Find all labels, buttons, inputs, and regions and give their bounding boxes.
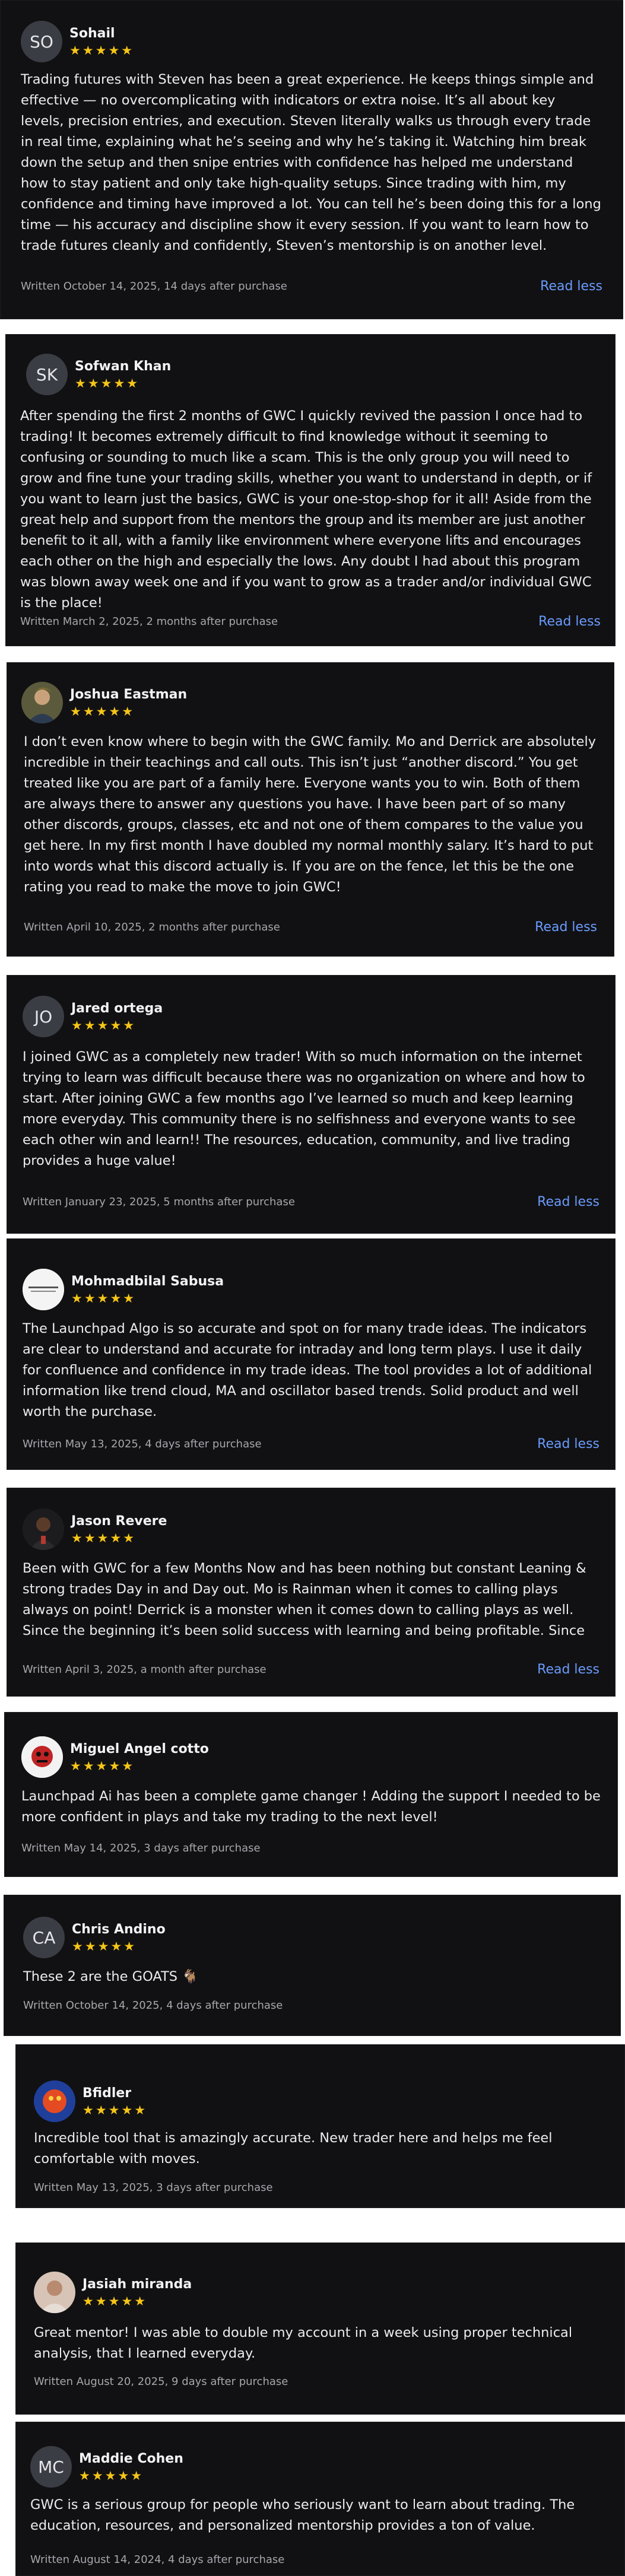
review-text: GWC is a serious group for people who se… xyxy=(30,2497,575,2533)
review-text: Launchpad Ai has been a complete game ch… xyxy=(21,1789,601,1825)
written-date: Written August 14, 2024, 4 days after pu… xyxy=(30,2553,285,2566)
reviewer-name: Chris Andino xyxy=(72,1922,166,1937)
review-text: Incredible tool that is amazingly accura… xyxy=(34,2130,553,2167)
review-card: SK Sofwan Khan ★★★★★ After spending the … xyxy=(5,334,616,646)
avatar xyxy=(34,2272,75,2313)
written-date: Written October 14, 2025, 14 days after … xyxy=(21,279,287,293)
read-less-link[interactable]: Read less xyxy=(535,920,597,935)
review-text: I joined GWC as a completely new trader!… xyxy=(23,1049,585,1168)
written-date: Written May 14, 2025, 3 days after purch… xyxy=(21,1841,261,1854)
star-rating: ★★★★★ xyxy=(71,1291,137,1306)
review-card: Joshua Eastman ★★★★★ I don’t even know w… xyxy=(7,662,614,957)
star-rating: ★★★★★ xyxy=(79,2469,144,2483)
reviewer-name: Sofwan Khan xyxy=(75,359,172,374)
star-rating: ★★★★★ xyxy=(83,2103,148,2117)
review-card: JO Jared ortega ★★★★★ I joined GWC as a … xyxy=(7,975,616,1234)
star-rating: ★★★★★ xyxy=(70,704,135,719)
review-card: Jasiah miranda ★★★★★ Great mentor! I was… xyxy=(15,2243,625,2415)
star-rating: ★★★★★ xyxy=(69,43,135,58)
review-card: CA Chris Andino ★★★★★ These 2 are the GO… xyxy=(4,1895,621,2036)
review-text: After spending the first 2 months of GWC… xyxy=(20,408,592,611)
reviewer-name: Jason Revere xyxy=(71,1514,167,1529)
reviewer-name: Mohmadbilal Sabusa xyxy=(71,1274,224,1289)
avatar: SO xyxy=(21,21,62,62)
reviewer-name: Miguel Angel cotto xyxy=(70,1742,209,1756)
review-text: I don’t even know where to begin with th… xyxy=(24,734,597,895)
reviewer-name: Jared ortega xyxy=(71,1001,163,1016)
written-date: Written May 13, 2025, 4 days after purch… xyxy=(23,1437,262,1450)
read-less-link[interactable]: Read less xyxy=(537,1437,599,1451)
read-less-link[interactable]: Read less xyxy=(537,1662,599,1677)
avatar: SK xyxy=(26,354,68,395)
review-text: Great mentor! I was able to double my ac… xyxy=(34,2325,573,2361)
written-date: Written April 10, 2025, 2 months after p… xyxy=(24,920,280,933)
review-card: Bfidler ★★★★★ Incredible tool that is am… xyxy=(15,2044,625,2208)
review-text: Trading futures with Steven has been a g… xyxy=(21,72,601,253)
avatar xyxy=(34,2081,75,2122)
star-rating: ★★★★★ xyxy=(71,1531,137,1545)
star-rating: ★★★★★ xyxy=(75,376,140,390)
written-date: Written May 13, 2025, 3 days after purch… xyxy=(34,2181,273,2194)
reviewer-name: Maddie Cohen xyxy=(79,2451,183,2466)
reviewer-name: Sohail xyxy=(69,26,115,41)
read-less-link[interactable]: Read less xyxy=(538,614,601,629)
star-rating: ★★★★★ xyxy=(71,1018,137,1033)
read-less-link[interactable]: Read less xyxy=(540,279,602,294)
written-date: Written October 14, 2025, 4 days after p… xyxy=(23,1999,283,2012)
written-date: Written March 2, 2025, 2 months after pu… xyxy=(20,615,278,628)
star-rating: ★★★★★ xyxy=(70,1759,135,1773)
review-card: Mohmadbilal Sabusa ★★★★★ The Launchpad A… xyxy=(7,1238,616,1470)
star-rating: ★★★★★ xyxy=(72,1939,137,1954)
avatar-photo-icon xyxy=(21,1736,63,1778)
avatar xyxy=(21,682,63,723)
review-text: Been with GWC for a few Months Now and h… xyxy=(23,1561,586,1638)
reviewer-name: Jasiah miranda xyxy=(83,2277,192,2292)
reviewer-name: Joshua Eastman xyxy=(70,687,188,702)
review-text: The Launchpad Algo is so accurate and sp… xyxy=(23,1321,592,1419)
review-text: These 2 are the GOATS 🐐 xyxy=(23,1969,199,1984)
avatar xyxy=(21,1736,63,1778)
avatar xyxy=(23,1508,64,1550)
avatar-photo-icon xyxy=(34,2272,75,2313)
avatar-photo-icon xyxy=(21,682,63,723)
review-card: MC Maddie Cohen ★★★★★ GWC is a serious g… xyxy=(15,2422,625,2576)
avatar-photo-icon xyxy=(34,2081,75,2122)
read-less-link[interactable]: Read less xyxy=(537,1195,599,1209)
review-card: SO Sohail ★★★★★ Trading futures with Ste… xyxy=(0,0,623,319)
launchpad-logo-icon xyxy=(23,1269,64,1310)
written-date: Written January 23, 2025, 5 months after… xyxy=(23,1195,295,1208)
avatar: JO xyxy=(23,996,64,1037)
reviewer-name: Bfidler xyxy=(83,2086,132,2101)
written-date: Written August 20, 2025, 9 days after pu… xyxy=(34,2375,288,2388)
review-card: Jason Revere ★★★★★ Been with GWC for a f… xyxy=(7,1488,616,1697)
avatar: MC xyxy=(30,2446,72,2488)
avatar xyxy=(23,1269,64,1310)
avatar-photo-icon xyxy=(23,1508,64,1550)
star-rating: ★★★★★ xyxy=(83,2294,148,2308)
written-date: Written April 3, 2025, a month after pur… xyxy=(23,1663,267,1676)
review-card: Miguel Angel cotto ★★★★★ Launchpad Ai ha… xyxy=(4,1712,618,1877)
avatar: CA xyxy=(23,1917,65,1958)
